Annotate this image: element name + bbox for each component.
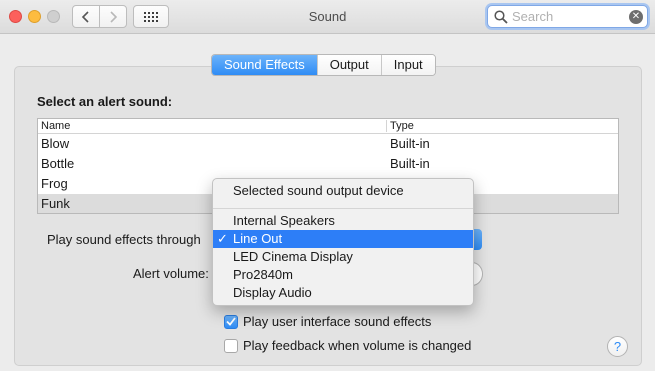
menu-item-display-audio[interactable]: Display Audio xyxy=(213,284,473,302)
search-field[interactable]: ✕ xyxy=(487,5,648,28)
ui-sound-effects-label: Play user interface sound effects xyxy=(243,314,432,329)
menu-item-label: Pro2840m xyxy=(233,267,293,282)
volume-feedback-checkbox[interactable] xyxy=(224,338,238,353)
ui-sound-effects-checkbox[interactable] xyxy=(224,314,238,329)
alert-volume-label: Alert volume: xyxy=(133,266,209,281)
alert-sound-heading: Select an alert sound: xyxy=(37,94,173,109)
column-divider[interactable] xyxy=(386,120,387,132)
table-header: Name Type xyxy=(38,119,618,134)
play-through-label: Play sound effects through xyxy=(47,232,201,247)
volume-feedback-label: Play feedback when volume is changed xyxy=(243,338,472,353)
column-header-type[interactable]: Type xyxy=(390,120,414,132)
menu-item-led-cinema-display[interactable]: LED Cinema Display xyxy=(213,248,473,266)
table-row[interactable]: Bottle Built-in xyxy=(38,154,618,174)
clear-search-icon[interactable]: ✕ xyxy=(629,10,643,24)
menu-separator xyxy=(213,208,473,209)
menu-item-label: Display Audio xyxy=(233,285,312,300)
menu-item-line-out[interactable]: ✓ Line Out xyxy=(213,230,473,248)
checkmark-icon: ✓ xyxy=(217,231,228,246)
search-input[interactable] xyxy=(512,8,627,25)
ui-sound-effects-option[interactable]: Play user interface sound effects xyxy=(224,314,431,329)
sound-name: Bottle xyxy=(41,156,75,171)
menu-item-label: Line Out xyxy=(233,231,283,246)
help-icon: ? xyxy=(613,339,622,354)
sound-name: Funk xyxy=(41,196,70,211)
tab-output[interactable]: Output xyxy=(316,55,381,75)
menu-item-pro2840m[interactable]: Pro2840m xyxy=(213,266,473,284)
menu-item-label: LED Cinema Display xyxy=(233,249,353,264)
menu-header: Selected sound output device xyxy=(233,183,404,198)
tab-sound-effects[interactable]: Sound Effects xyxy=(212,55,317,75)
sound-type: Built-in xyxy=(390,156,430,171)
menu-item-label: Internal Speakers xyxy=(233,213,335,228)
sound-name: Frog xyxy=(41,176,68,191)
volume-feedback-option[interactable]: Play feedback when volume is changed xyxy=(224,338,471,353)
sound-name: Blow xyxy=(41,136,70,151)
output-device-menu: Selected sound output device Internal Sp… xyxy=(212,178,474,306)
sound-type: Built-in xyxy=(390,136,430,151)
tab-bar: Sound Effects Output Input xyxy=(211,54,436,76)
search-icon xyxy=(494,10,508,24)
checkmark-icon xyxy=(226,317,236,326)
tab-input[interactable]: Input xyxy=(380,55,435,75)
menu-item-internal-speakers[interactable]: Internal Speakers xyxy=(213,212,473,230)
title-bar: Sound ✕ xyxy=(0,0,655,34)
help-button[interactable]: ? xyxy=(607,336,628,357)
column-header-name[interactable]: Name xyxy=(41,120,70,132)
table-row[interactable]: Blow Built-in xyxy=(38,134,618,154)
